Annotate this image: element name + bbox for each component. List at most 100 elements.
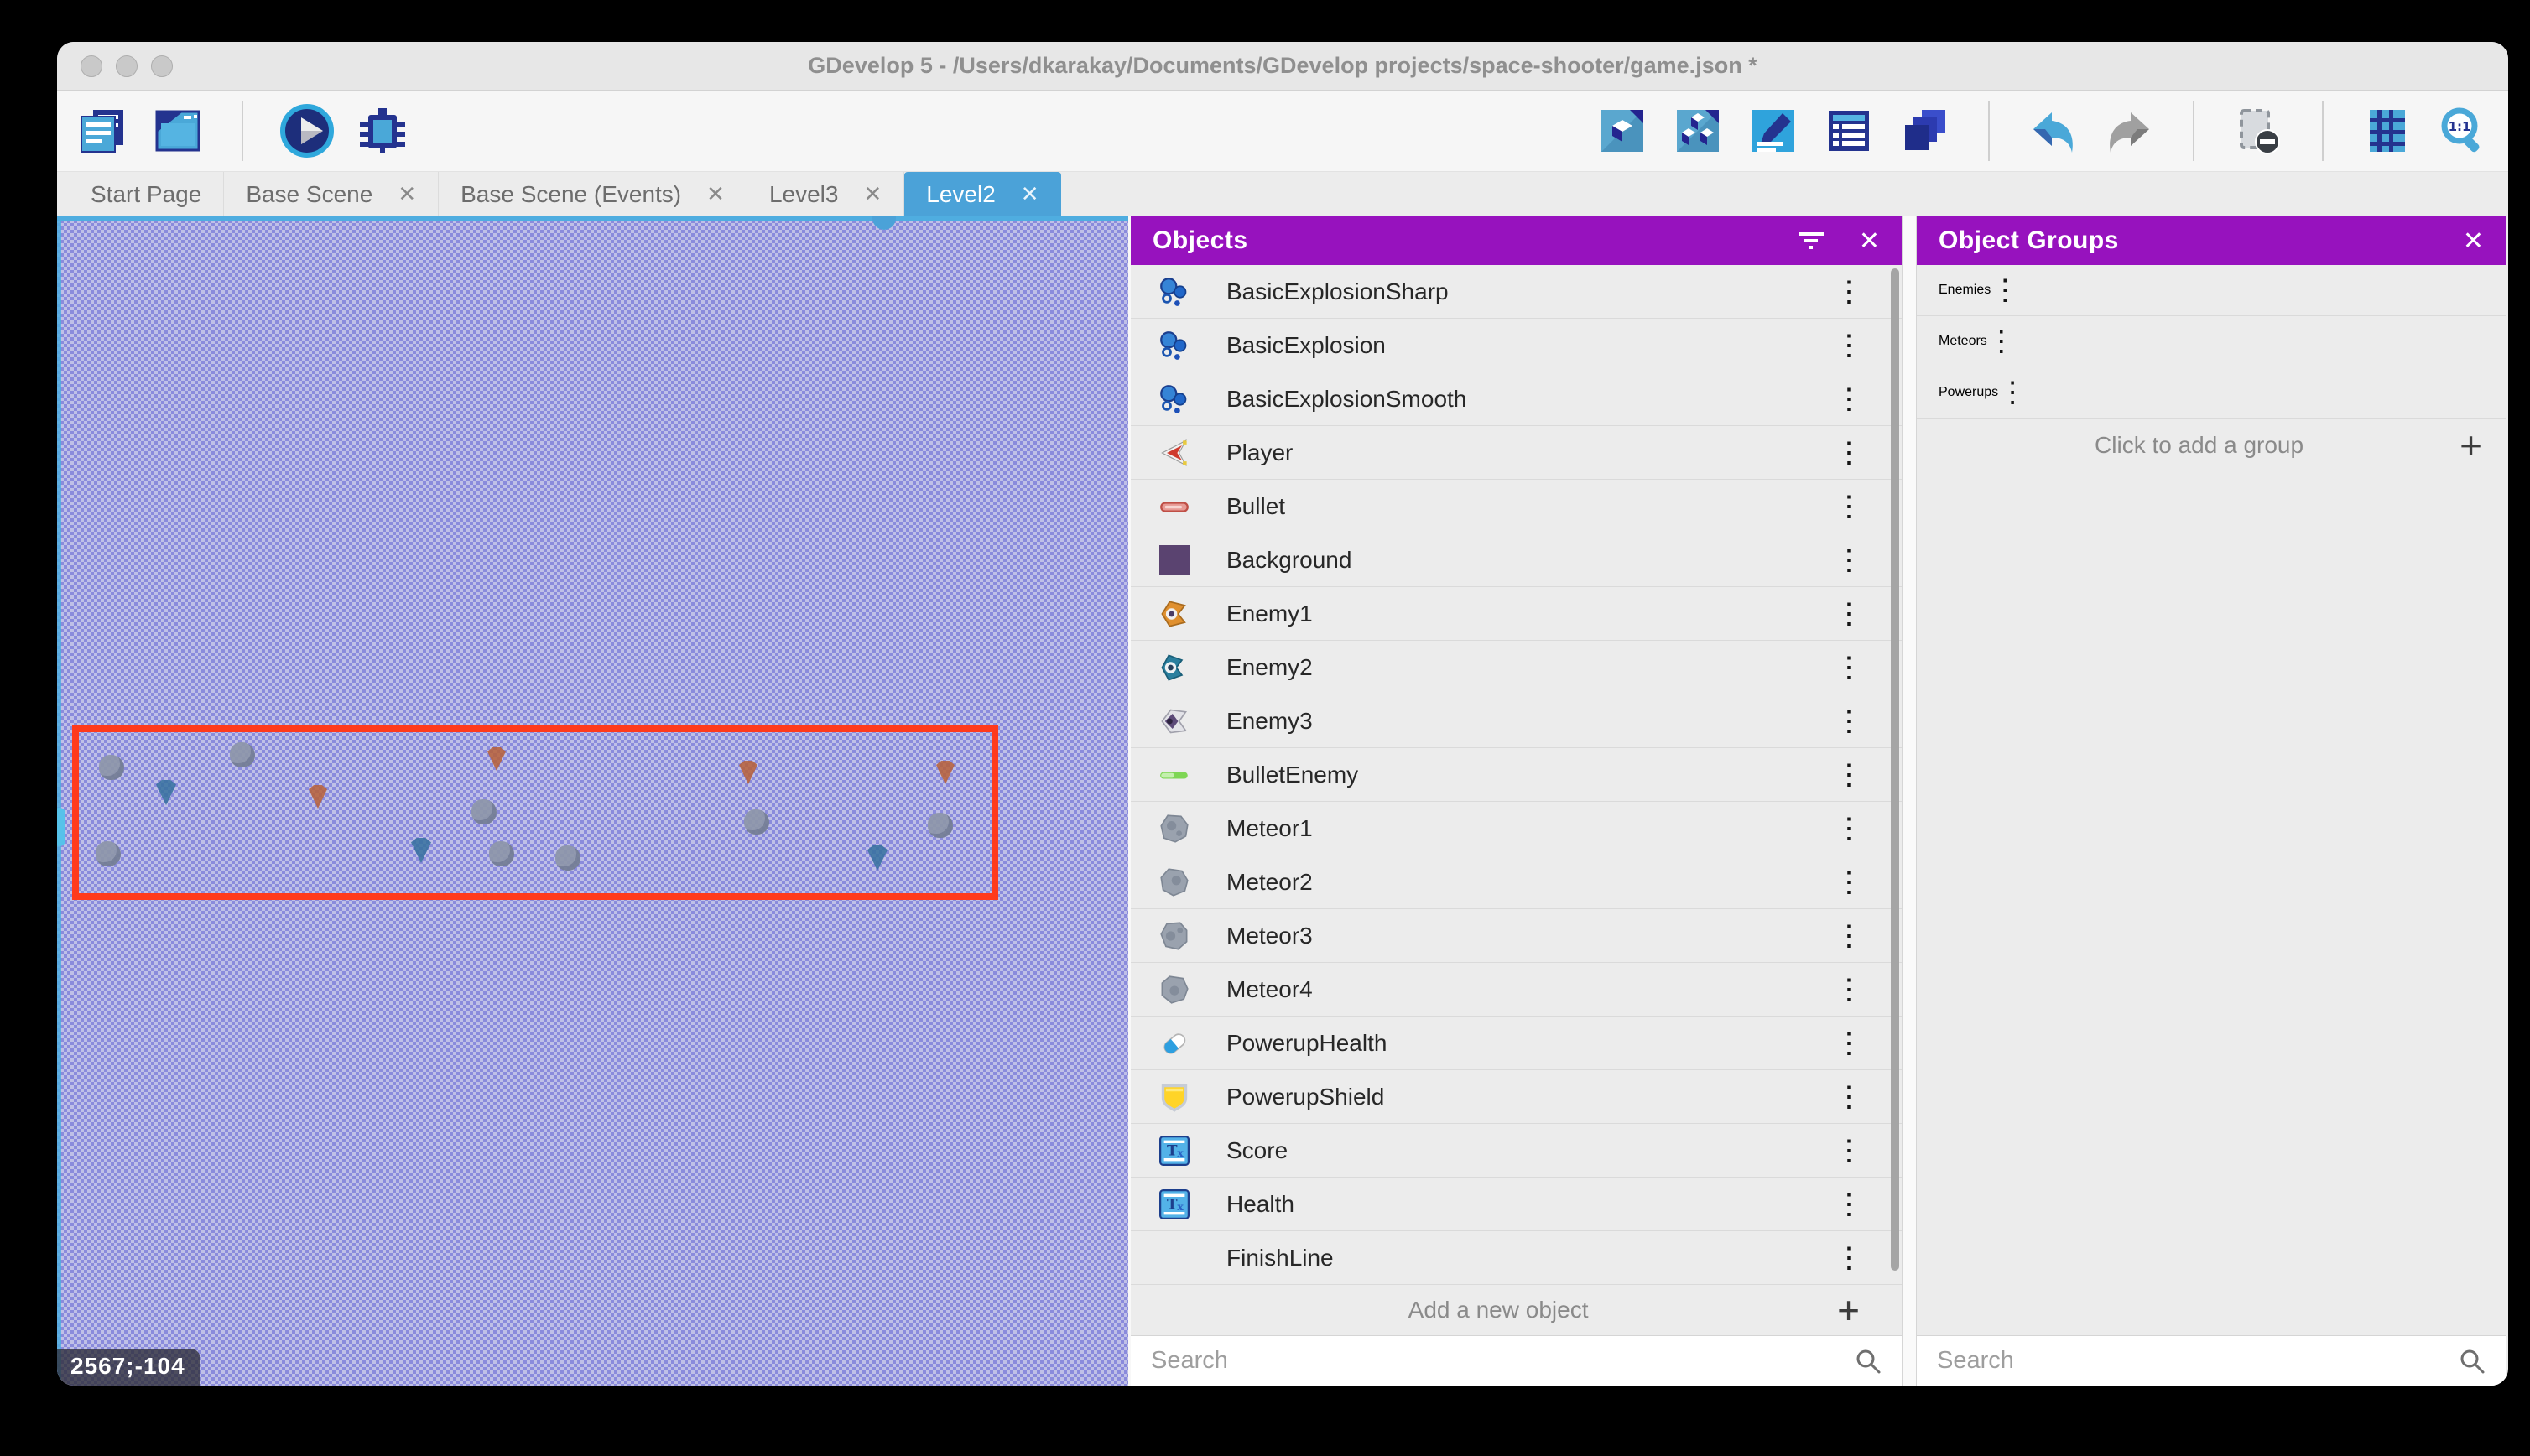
- close-tab-icon[interactable]: ✕: [398, 181, 416, 207]
- project-manager-button[interactable]: [75, 104, 129, 158]
- close-tab-icon[interactable]: ✕: [1021, 181, 1039, 207]
- toggle-layers-panel-button[interactable]: [1898, 104, 1951, 158]
- object-row[interactable]: PowerupHealth ⋮: [1131, 1017, 1902, 1070]
- close-panel-icon[interactable]: ✕: [2463, 226, 2484, 256]
- text-object-icon: T x: [1159, 1136, 1190, 1166]
- explosion-sprite-icon: [1159, 330, 1190, 361]
- object-row[interactable]: PowerupShield ⋮: [1131, 1070, 1902, 1124]
- kebab-menu-icon[interactable]: ⋮: [1835, 1136, 1860, 1165]
- open-scene-button[interactable]: [151, 104, 205, 158]
- tab-start-page[interactable]: Start Page: [69, 172, 224, 216]
- close-tab-icon[interactable]: ✕: [706, 181, 725, 207]
- kebab-menu-icon[interactable]: ⋮: [1835, 1083, 1860, 1111]
- kebab-menu-icon[interactable]: ⋮: [1835, 439, 1860, 467]
- group-name: Meteors: [1939, 334, 1987, 349]
- selection-rectangle[interactable]: [72, 725, 998, 900]
- toggle-instances-list-button[interactable]: [1822, 104, 1876, 158]
- kebab-menu-icon[interactable]: ⋮: [1835, 653, 1860, 682]
- kebab-menu-icon[interactable]: ⋮: [1835, 600, 1860, 628]
- close-panel-icon[interactable]: ✕: [1859, 226, 1880, 256]
- kebab-menu-icon[interactable]: ⋮: [1991, 276, 2016, 304]
- debug-button[interactable]: [356, 104, 409, 158]
- objects-scrollbar[interactable]: [1891, 268, 1899, 1271]
- kebab-menu-icon[interactable]: ⋮: [1835, 1244, 1860, 1272]
- close-window-button[interactable]: [81, 55, 102, 77]
- kebab-menu-icon[interactable]: ⋮: [1835, 814, 1860, 843]
- tab-level2[interactable]: Level2 ✕: [904, 172, 1060, 216]
- tab-label: Start Page: [91, 181, 201, 208]
- kebab-menu-icon[interactable]: ⋮: [1835, 707, 1860, 736]
- kebab-menu-icon[interactable]: ⋮: [1835, 546, 1860, 575]
- plus-icon[interactable]: +: [2460, 426, 2482, 465]
- undo-button[interactable]: [2027, 104, 2080, 158]
- objects-searchbar: [1131, 1335, 1902, 1386]
- group-row[interactable]: Powerups ⋮: [1917, 367, 2506, 419]
- object-name: Meteor1: [1226, 815, 1835, 842]
- kebab-menu-icon[interactable]: ⋮: [1987, 327, 2012, 356]
- object-row[interactable]: Enemy1 ⋮: [1131, 587, 1902, 641]
- filter-icon[interactable]: [1797, 230, 1825, 252]
- object-row[interactable]: Meteor3 ⋮: [1131, 909, 1902, 963]
- scene-tabbar: Start Page Base Scene ✕ Base Scene (Even…: [57, 172, 2508, 216]
- group-row[interactable]: Meteors ⋮: [1917, 316, 2506, 367]
- tab-level3[interactable]: Level3 ✕: [747, 172, 904, 216]
- toggle-object-groups-panel-button[interactable]: [1671, 104, 1725, 158]
- object-row[interactable]: BasicExplosion ⋮: [1131, 319, 1902, 372]
- object-row[interactable]: Enemy3 ⋮: [1131, 694, 1902, 748]
- play-preview-button[interactable]: [280, 104, 334, 158]
- kebab-menu-icon[interactable]: ⋮: [1835, 868, 1860, 897]
- add-object-row[interactable]: Add a new object +: [1131, 1285, 1902, 1335]
- kebab-menu-icon[interactable]: ⋮: [1835, 975, 1860, 1004]
- minimize-window-button[interactable]: [116, 55, 138, 77]
- toggle-grid-button[interactable]: [2361, 104, 2414, 158]
- object-row[interactable]: FinishLine ⋮: [1131, 1231, 1902, 1285]
- object-name: Background: [1226, 547, 1835, 574]
- group-row[interactable]: Enemies ⋮: [1917, 265, 2506, 316]
- kebab-menu-icon[interactable]: ⋮: [1835, 922, 1860, 950]
- kebab-menu-icon[interactable]: ⋮: [1835, 331, 1860, 360]
- explosion-sprite-icon: [1159, 384, 1190, 414]
- kebab-menu-icon[interactable]: ⋮: [1835, 278, 1860, 306]
- add-group-row[interactable]: Click to add a group +: [1917, 419, 2506, 471]
- object-row[interactable]: T x Score ⋮: [1131, 1124, 1902, 1178]
- bullet-icon: [1159, 491, 1190, 522]
- zoom-1-1-button[interactable]: 1:1: [2436, 104, 2490, 158]
- enemy-bullet-icon: [1159, 760, 1190, 790]
- object-row[interactable]: Meteor1 ⋮: [1131, 802, 1902, 855]
- object-row[interactable]: Bullet ⋮: [1131, 480, 1902, 533]
- objects-search-input[interactable]: [1151, 1347, 1845, 1375]
- project-manager-icon: [78, 107, 127, 155]
- toggle-mask-button[interactable]: [2231, 104, 2285, 158]
- scene-canvas[interactable]: 2567;-104: [57, 216, 1128, 1386]
- mask-remove-icon: [2233, 106, 2283, 156]
- close-tab-icon[interactable]: ✕: [863, 181, 882, 207]
- object-row[interactable]: Player ⋮: [1131, 426, 1902, 480]
- kebab-menu-icon[interactable]: ⋮: [1835, 492, 1860, 521]
- kebab-menu-icon[interactable]: ⋮: [1835, 385, 1860, 413]
- object-row[interactable]: Enemy2 ⋮: [1131, 641, 1902, 694]
- undo-icon: [2028, 106, 2079, 156]
- tab-base-scene-events[interactable]: Base Scene (Events) ✕: [439, 172, 747, 216]
- tab-base-scene[interactable]: Base Scene ✕: [224, 172, 439, 216]
- object-row[interactable]: Meteor2 ⋮: [1131, 855, 1902, 909]
- groups-search-input[interactable]: [1937, 1347, 2449, 1375]
- toggle-objects-panel-button[interactable]: [1596, 104, 1649, 158]
- object-row[interactable]: BasicExplosionSmooth ⋮: [1131, 372, 1902, 426]
- redo-button[interactable]: [2102, 104, 2156, 158]
- object-row[interactable]: BasicExplosionSharp ⋮: [1131, 265, 1902, 319]
- object-row[interactable]: Meteor4 ⋮: [1131, 963, 1902, 1017]
- object-row[interactable]: BulletEnemy ⋮: [1131, 748, 1902, 802]
- kebab-menu-icon[interactable]: ⋮: [1835, 761, 1860, 789]
- panel-divider[interactable]: [1902, 216, 1917, 1386]
- kebab-menu-icon[interactable]: ⋮: [1835, 1029, 1860, 1058]
- toggle-properties-panel-button[interactable]: [1747, 104, 1800, 158]
- kebab-menu-icon[interactable]: ⋮: [1998, 378, 2023, 407]
- kebab-menu-icon[interactable]: ⋮: [1835, 1190, 1860, 1219]
- object-row[interactable]: Background ⋮: [1131, 533, 1902, 587]
- object-row[interactable]: T x Health ⋮: [1131, 1178, 1902, 1231]
- plus-icon[interactable]: +: [1837, 1291, 1860, 1329]
- zoom-window-button[interactable]: [151, 55, 173, 77]
- svg-text:T: T: [1167, 1141, 1178, 1158]
- selection-handle[interactable]: [57, 808, 65, 846]
- object-name: BasicExplosion: [1226, 332, 1835, 359]
